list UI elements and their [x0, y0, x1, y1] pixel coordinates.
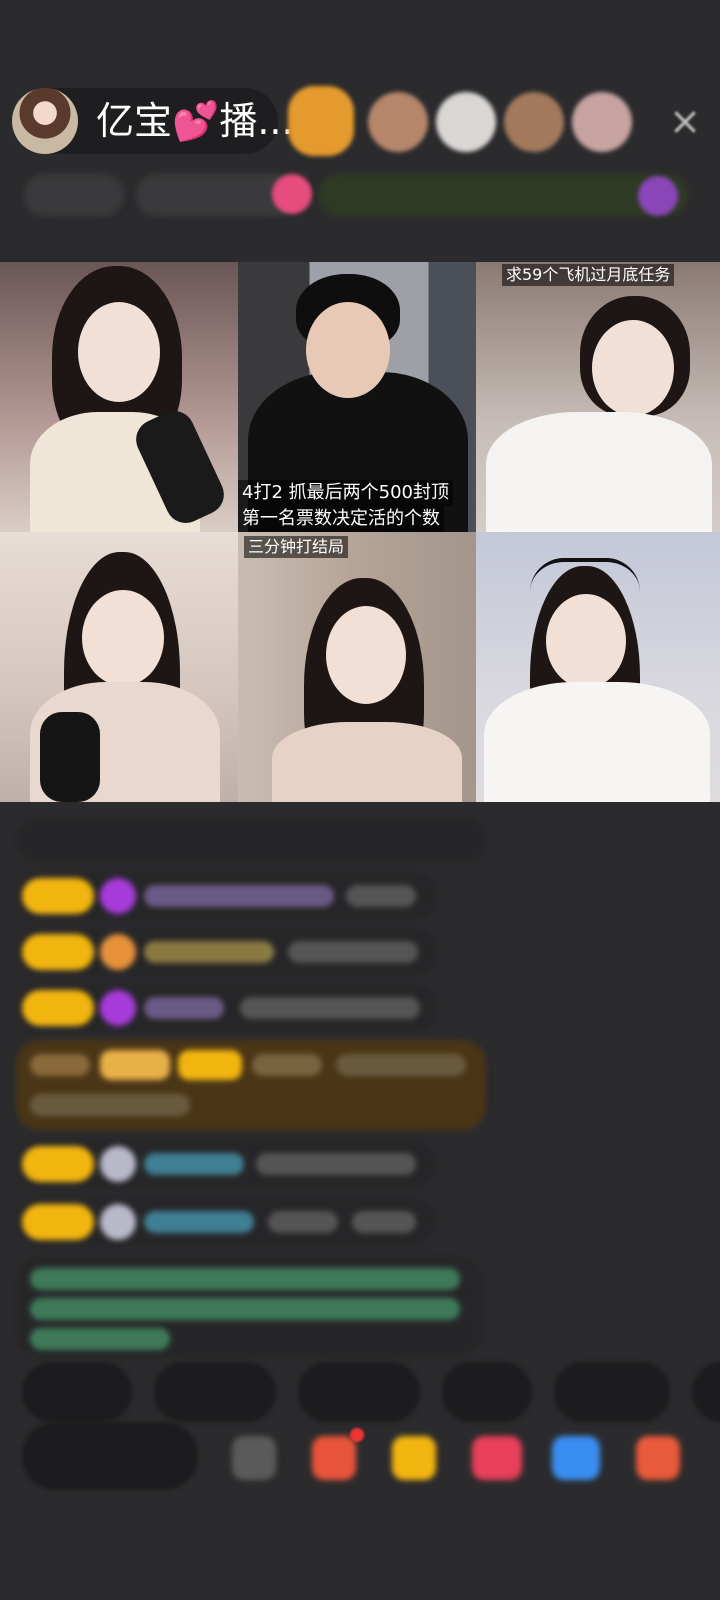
chat-message[interactable] — [16, 818, 486, 862]
host-avatar[interactable] — [12, 88, 78, 154]
quick-reply-button[interactable] — [154, 1362, 276, 1422]
video-tile[interactable]: 求59个飞机过月底任务 — [476, 262, 720, 532]
video-tile[interactable] — [0, 532, 238, 802]
close-icon[interactable]: × — [660, 96, 710, 146]
gift-icon[interactable] — [552, 1436, 600, 1480]
info-chip[interactable] — [24, 174, 124, 216]
emoji-icon[interactable] — [232, 1436, 276, 1480]
host-name[interactable]: 亿宝💕播... — [96, 98, 294, 144]
badge-icon — [638, 176, 678, 216]
video-tile[interactable] — [0, 262, 238, 532]
badge-icon — [272, 174, 312, 214]
microphone-icon — [40, 712, 100, 802]
notification-dot — [350, 1428, 364, 1442]
viewer-avatar[interactable] — [504, 92, 564, 152]
stream-caption: 求59个飞机过月底任务 — [502, 264, 675, 286]
chat-message[interactable] — [16, 872, 436, 920]
stream-caption: 三分钟打结局 — [244, 536, 349, 558]
chat-message[interactable] — [16, 984, 436, 1032]
stream-caption: 第一名票数决定活的个数 — [238, 506, 444, 532]
quick-reply-button[interactable] — [298, 1362, 420, 1422]
gift-icon[interactable] — [392, 1436, 436, 1480]
viewer-avatar[interactable] — [368, 92, 428, 152]
stream-caption: 4打2 抓最后两个500封顶 — [238, 480, 453, 506]
system-notice — [16, 1256, 482, 1356]
viewer-avatar[interactable] — [436, 92, 496, 152]
gift-icon[interactable] — [472, 1436, 522, 1480]
task-chip[interactable] — [318, 174, 688, 216]
video-tile[interactable]: 4打2 抓最后两个500封顶 第一名票数决定活的个数 — [238, 262, 476, 532]
chat-message[interactable] — [16, 1198, 436, 1246]
viewer-avatar[interactable] — [288, 86, 354, 156]
more-icon[interactable] — [636, 1436, 680, 1480]
gift-banner[interactable] — [16, 1040, 486, 1130]
quick-reply-button[interactable] — [442, 1362, 532, 1422]
video-tile[interactable]: 三分钟打结局 — [238, 532, 476, 802]
quick-reply-button[interactable] — [22, 1362, 132, 1422]
chat-message[interactable] — [16, 1140, 436, 1188]
viewer-avatar[interactable] — [572, 92, 632, 152]
quick-reply-button[interactable] — [554, 1362, 670, 1422]
chat-input[interactable] — [22, 1422, 198, 1490]
quick-reply-button[interactable] — [692, 1362, 720, 1422]
video-tile[interactable] — [476, 532, 720, 802]
cat-ears-icon — [530, 558, 640, 592]
chat-message[interactable] — [16, 928, 436, 976]
gift-icon[interactable] — [312, 1436, 356, 1480]
